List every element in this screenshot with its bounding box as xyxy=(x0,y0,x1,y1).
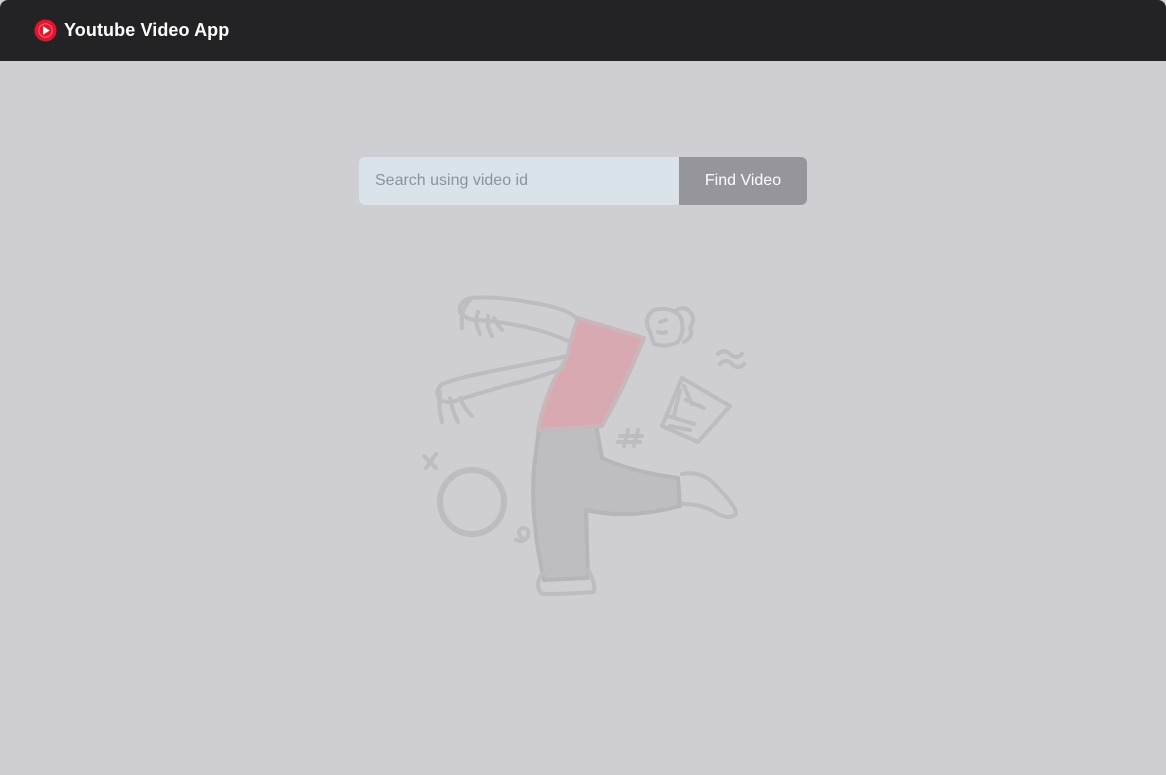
pyramid-shape xyxy=(660,376,732,444)
app-window: Youtube Video App Find Video xyxy=(0,0,1166,775)
head xyxy=(644,306,685,348)
youtube-play-icon xyxy=(34,19,57,42)
pyramid-stripes xyxy=(666,384,706,432)
person-kicking-shapes-illustration xyxy=(422,295,746,596)
front-shoe xyxy=(680,471,738,519)
ring-shape xyxy=(437,467,507,537)
brand[interactable]: Youtube Video App xyxy=(34,19,229,42)
search-bar: Find Video xyxy=(359,157,807,205)
squiggle-shape xyxy=(716,349,746,369)
spiral-shape xyxy=(514,526,531,544)
hash-symbol xyxy=(616,428,644,448)
navbar: Youtube Video App xyxy=(0,0,1166,61)
trousers-shape xyxy=(531,422,682,582)
app-title: Youtube Video App xyxy=(64,20,230,40)
find-video-button[interactable]: Find Video xyxy=(679,157,807,205)
video-id-search-input[interactable] xyxy=(359,157,679,205)
cross-symbol xyxy=(422,452,438,470)
face-detail xyxy=(656,318,668,335)
